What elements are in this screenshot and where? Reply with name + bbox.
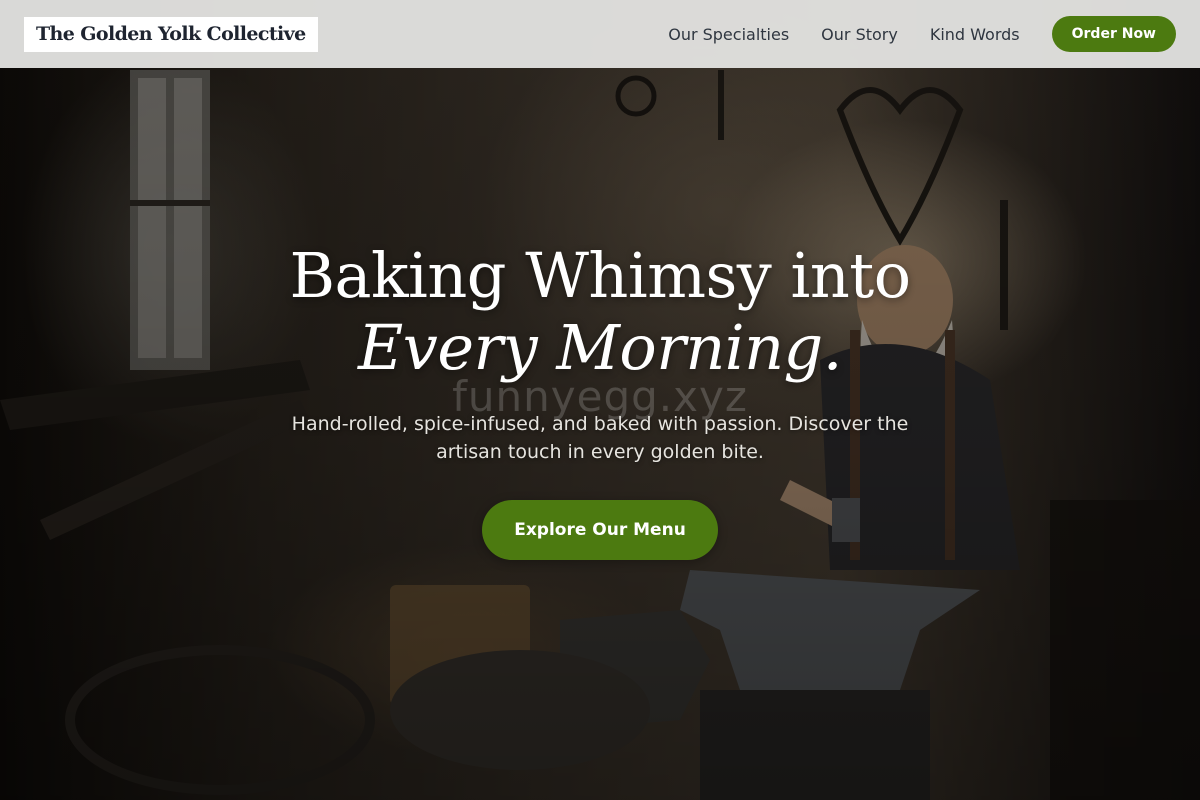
nav-link-our-story[interactable]: Our Story	[821, 25, 898, 44]
hero-content: Baking Whimsy into Every Morning. funnye…	[0, 240, 1200, 560]
hero-headline-line1: Baking Whimsy into	[289, 239, 911, 312]
hero-headline-line2: Every Morning.	[358, 311, 842, 384]
brand-logo[interactable]: The Golden Yolk Collective	[24, 16, 318, 52]
main-nav: Our Specialties Our Story Kind Words Ord…	[668, 16, 1176, 52]
hero-headline: Baking Whimsy into Every Morning.	[0, 240, 1200, 384]
nav-link-kind-words[interactable]: Kind Words	[930, 25, 1020, 44]
explore-menu-button[interactable]: Explore Our Menu	[482, 500, 718, 560]
order-now-button[interactable]: Order Now	[1051, 16, 1176, 52]
hero-subtitle: Hand-rolled, spice-infused, and baked wi…	[291, 413, 909, 463]
nav-link-our-specialties[interactable]: Our Specialties	[668, 25, 789, 44]
site-header: The Golden Yolk Collective Our Specialti…	[0, 0, 1200, 68]
